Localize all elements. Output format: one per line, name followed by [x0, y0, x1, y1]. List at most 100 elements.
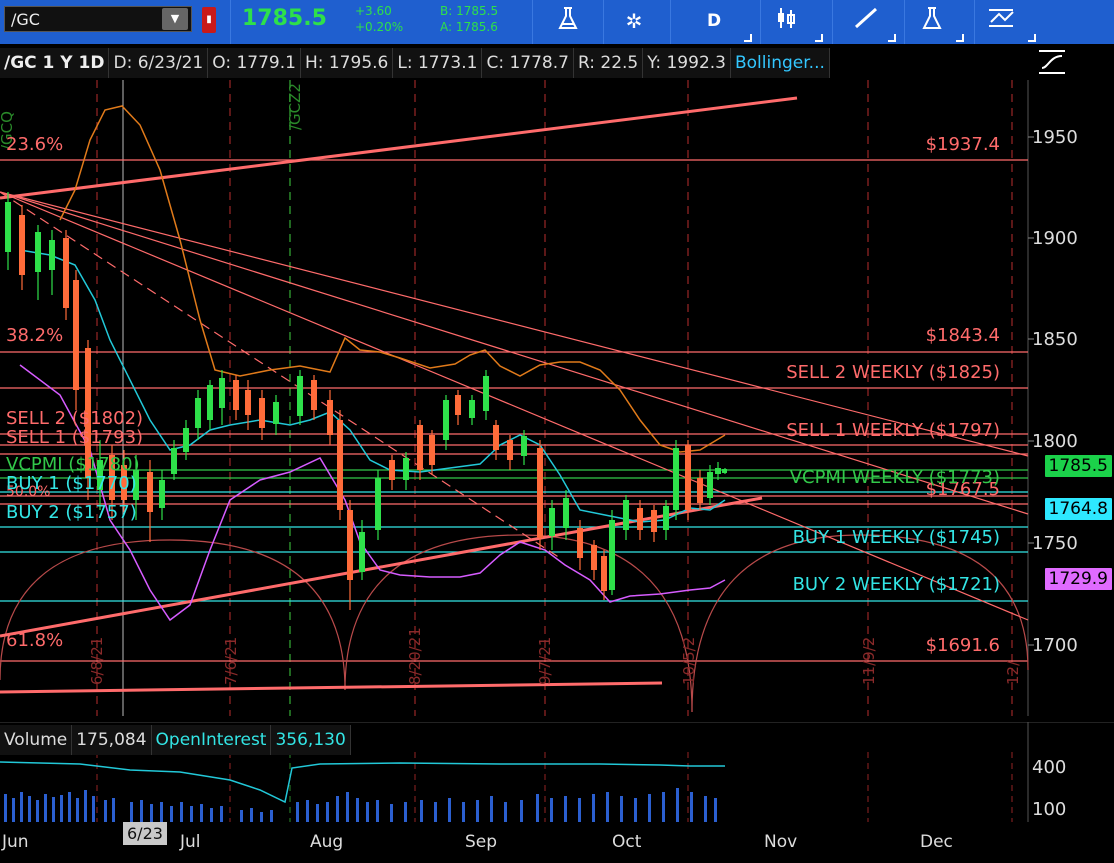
date-marker-text: 8/20/21	[406, 627, 424, 685]
volume-tick: 400	[1032, 757, 1066, 778]
last-price-tag: 1785.5	[1044, 455, 1112, 477]
info-open: O: 1779.1	[208, 48, 301, 78]
volume-tick: 100	[1032, 799, 1066, 820]
candle	[311, 380, 317, 410]
candle	[577, 528, 583, 558]
candle	[245, 390, 251, 415]
candle	[417, 425, 423, 470]
toolbar-divider	[230, 0, 231, 44]
candle	[469, 400, 475, 418]
candle	[273, 402, 279, 424]
candle	[455, 395, 461, 415]
style-icon[interactable]	[1036, 48, 1072, 78]
corner-mark	[1028, 34, 1036, 42]
daily-level-label: BUY 1 ($1770)	[6, 473, 137, 494]
info-high: H: 1795.6	[300, 48, 394, 78]
toolbar-divider	[670, 0, 671, 44]
candle	[507, 440, 513, 460]
candle	[537, 448, 543, 538]
candle	[171, 448, 177, 474]
info-date: D: 6/23/21	[109, 48, 209, 78]
symbol-text: /GC	[11, 10, 40, 29]
candle	[443, 400, 449, 440]
month-label: Dec	[920, 832, 953, 852]
candle	[259, 398, 265, 428]
candle	[73, 280, 79, 390]
candle	[183, 428, 189, 452]
month-label: Oct	[612, 832, 642, 852]
candle	[673, 448, 679, 510]
candle	[549, 508, 555, 536]
candle	[375, 478, 381, 530]
date-marker-text: 10/5/2	[680, 637, 698, 685]
info-close: C: 1778.7	[482, 48, 574, 78]
symbol-dropdown-button[interactable]: ▼	[162, 8, 188, 30]
quote-info-bar: /GC 1 Y 1D D: 6/23/21 O: 1779.1 H: 1795.6 L:…	[0, 48, 830, 78]
month-label: Jul	[180, 832, 201, 852]
corner-mark	[744, 34, 752, 42]
study-bollinger[interactable]: Bollinger...	[730, 48, 830, 78]
candle	[389, 460, 395, 480]
candle	[715, 468, 721, 474]
candle	[403, 458, 409, 480]
flask-icon[interactable]	[548, 6, 588, 36]
fib-label: 23.6%	[6, 134, 63, 155]
candle	[609, 520, 615, 590]
info-low: L: 1773.1	[393, 48, 483, 78]
change-pct: +0.20%	[355, 20, 404, 34]
study-flask-icon[interactable]	[912, 6, 952, 36]
change-abs: +3.60	[355, 4, 392, 18]
bollinger-mid-tag: 1764.8	[1044, 498, 1112, 520]
candle	[493, 425, 499, 450]
candle	[297, 376, 303, 416]
ask-price: A: 1785.6	[440, 20, 498, 34]
candle	[601, 556, 607, 591]
month-label: Jun	[2, 832, 29, 852]
candle-style-icon[interactable]	[768, 6, 808, 36]
period-button[interactable]: D	[694, 6, 734, 36]
date-marker-text: 7/6/21	[222, 637, 240, 685]
candle	[159, 480, 165, 508]
toolbar-divider	[532, 0, 533, 44]
chart-symbol: /GC 1 Y 1D	[0, 48, 110, 78]
candle	[63, 238, 69, 308]
candle	[591, 545, 597, 570]
time-axis[interactable]: Jun Jul Aug Sep Oct Nov Dec	[0, 826, 1114, 863]
patterns-icon[interactable]	[982, 6, 1022, 36]
price-level-label: $1937.4	[926, 134, 1000, 155]
candle	[49, 240, 55, 270]
gear-icon[interactable]: ✲	[614, 6, 654, 36]
candle	[147, 472, 153, 512]
candle	[233, 380, 239, 410]
candle	[651, 510, 657, 532]
bollinger-lower-tag: 1729.9	[1044, 568, 1112, 590]
top-toolbar: /GC ▼ ▮ 1785.5 +3.60 +0.20% B: 1785.5 A:…	[0, 0, 1114, 44]
candle	[722, 469, 727, 473]
candle	[697, 478, 703, 503]
daily-level-label: SELL 2 ($1802)	[6, 408, 143, 429]
cursor-date-tag: 6/23	[123, 822, 167, 845]
drawing-icon[interactable]	[846, 6, 886, 36]
bid-ask: B: 1785.5 A: 1785.6	[440, 3, 498, 35]
candle	[219, 378, 225, 408]
toolbar-divider	[974, 0, 975, 44]
weekly-level-label: VCPMI WEEKLY ($1773)	[790, 467, 1000, 488]
price-tick: 1700	[1032, 635, 1078, 656]
price-level-label: $1691.6	[926, 635, 1000, 656]
date-marker-text: 12/	[1004, 660, 1022, 685]
volume-label: Volume	[0, 725, 73, 755]
candle	[347, 510, 353, 580]
date-marker-text: 9/7/21	[536, 637, 554, 685]
candle	[637, 508, 643, 530]
weekly-level-label: SELL 2 WEEKLY ($1825)	[786, 362, 1000, 383]
price-chart[interactable]: /GCQ /GCZ2 6/8/21 7/6/21 8/20/21 9/7/21 …	[0, 80, 1114, 720]
alert-flag-icon[interactable]: ▮	[202, 7, 216, 33]
info-yearhigh: Y: 1992.3	[643, 48, 731, 78]
volume-header: Volume 175,084 OpenInterest 356,130	[0, 725, 351, 755]
info-range: R: 22.5	[573, 48, 644, 78]
candle	[623, 500, 629, 530]
date-marker-text: 6/8/21	[88, 637, 106, 685]
month-label: Nov	[764, 832, 798, 852]
last-price: 1785.5	[242, 6, 327, 31]
candle	[521, 436, 527, 456]
